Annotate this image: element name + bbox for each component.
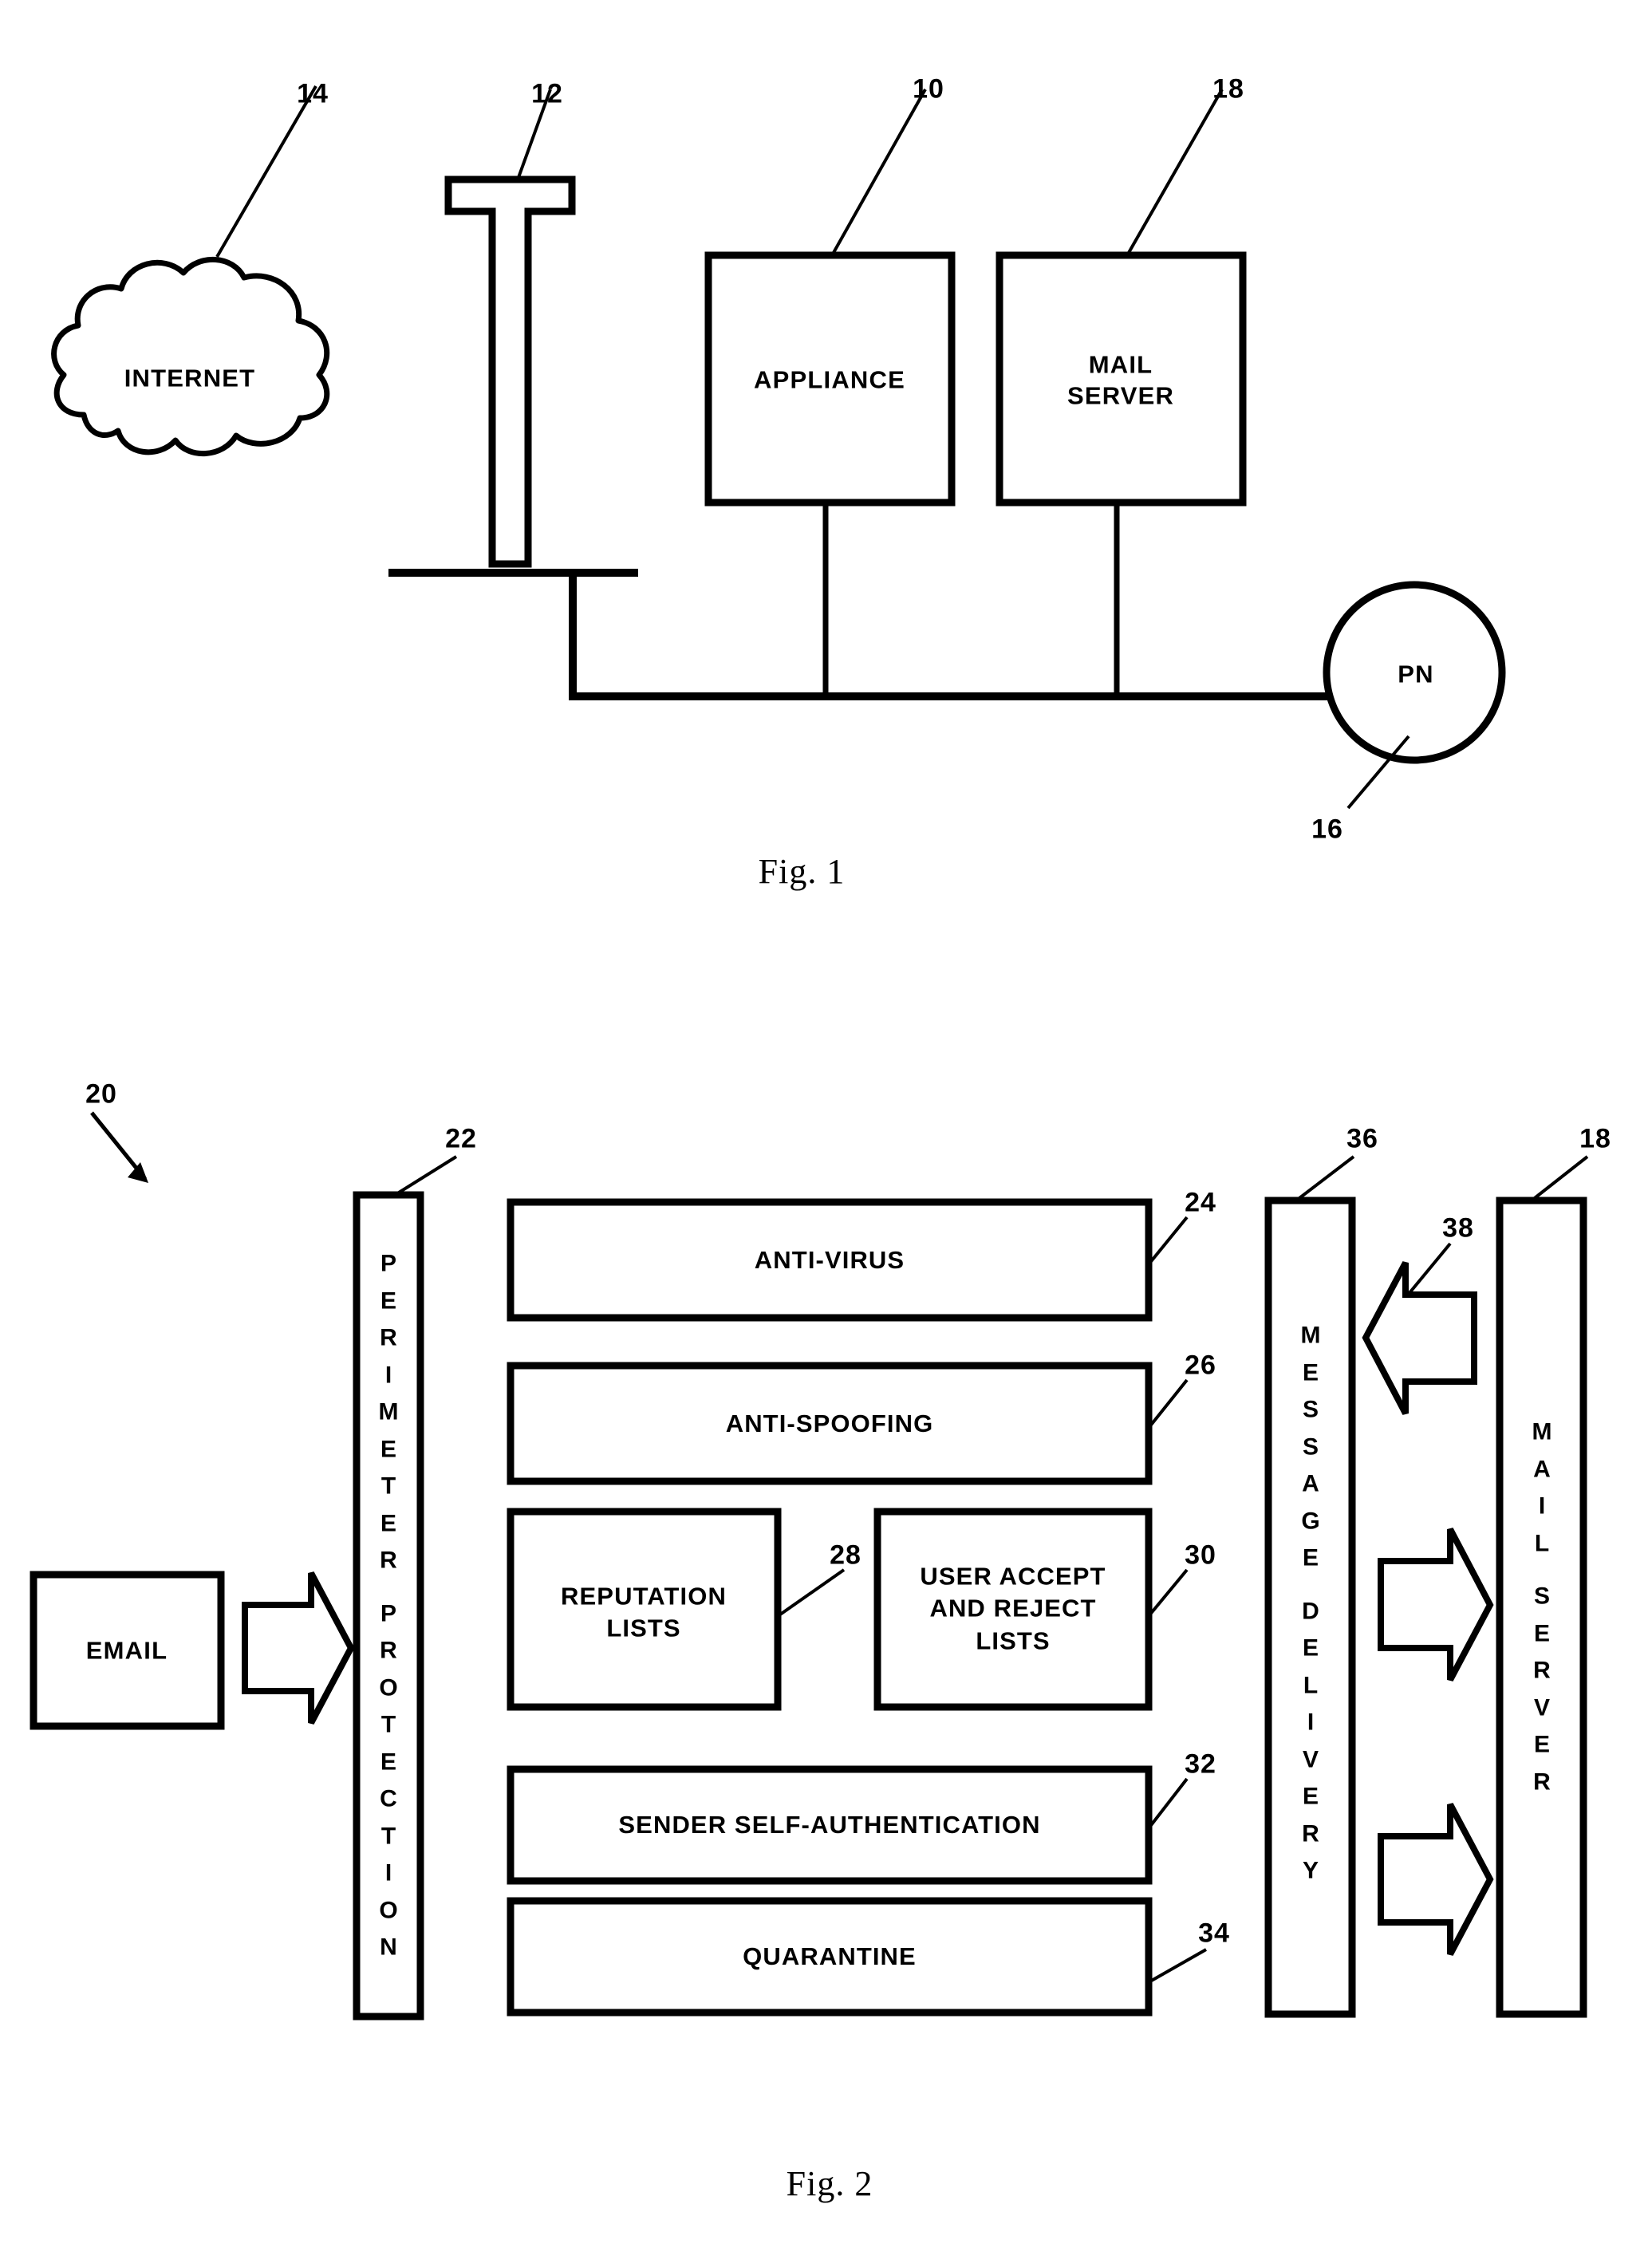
refnum-38: 38 <box>1442 1212 1474 1244</box>
refnum-32: 32 <box>1185 1749 1216 1780</box>
fig1-group <box>51 85 1506 810</box>
perimeter-protection-label: PERIMETER PROTECTION <box>378 1250 399 1961</box>
refnum-30: 30 <box>1185 1540 1216 1571</box>
private-network-label: PN <box>1398 660 1434 688</box>
fig1-bus-drop <box>569 573 1330 700</box>
refnum-18-fig1: 18 <box>1212 73 1244 104</box>
patent-drawing-sheet: 14 12 10 18 16 INTERNET APPLIANCE MAIL S… <box>0 0 1652 2267</box>
leader-36 <box>1295 1155 1355 1202</box>
leader-22 <box>391 1155 458 1198</box>
internet-cloud-shape <box>51 256 330 457</box>
leader-38 <box>1407 1242 1452 1295</box>
refnum-10: 10 <box>913 73 944 104</box>
mail-server-column-label: MAIL SERVER <box>1532 1418 1552 1796</box>
leader-26 <box>1147 1378 1189 1429</box>
feedback-left-arrow <box>1362 1261 1477 1415</box>
refnum-24: 24 <box>1185 1187 1216 1218</box>
mail-server-label-fig1: MAIL SERVER <box>1067 350 1175 409</box>
refnum-18-fig2: 18 <box>1579 1123 1611 1154</box>
fig1-caption: Fig. 1 <box>758 852 846 891</box>
leader-24 <box>1147 1216 1189 1266</box>
refnum-16: 16 <box>1311 814 1343 845</box>
refnum-20: 20 <box>85 1078 117 1110</box>
delivery-right-arrow-1 <box>1378 1528 1494 1682</box>
leader-14 <box>215 85 317 258</box>
leader-18-fig1 <box>1125 89 1224 258</box>
leader-34 <box>1148 1948 1207 1984</box>
appliance-label: APPLIANCE <box>754 365 905 394</box>
leader-10 <box>830 89 927 258</box>
fig2-caption: Fig. 2 <box>786 2164 873 2203</box>
message-delivery-label: MESSAGE DELIVERY <box>1300 1322 1321 1884</box>
refnum-34: 34 <box>1198 1918 1230 1949</box>
refnum-28: 28 <box>830 1540 861 1571</box>
email-to-perimeter-arrow <box>242 1571 355 1725</box>
leader-28 <box>779 1568 846 1616</box>
leader-16 <box>1346 735 1410 810</box>
firewall-ibeam-shape <box>444 175 576 568</box>
leader-20-arrowhead <box>128 1162 148 1183</box>
leader-30 <box>1147 1568 1189 1618</box>
reputation-lists-label: REPUTATION LISTS <box>561 1582 727 1642</box>
refnum-26: 26 <box>1185 1350 1216 1381</box>
delivery-right-arrow-2 <box>1378 1803 1494 1956</box>
drawing-vector-layer <box>30 85 1589 2021</box>
leader-18-fig2 <box>1530 1155 1589 1202</box>
leader-32 <box>1147 1777 1189 1830</box>
refnum-22: 22 <box>445 1123 477 1154</box>
refnum-12: 12 <box>531 78 563 109</box>
anti-spoofing-label: ANTI-SPOOFING <box>725 1409 934 1437</box>
email-source-label: EMAIL <box>85 1636 168 1665</box>
refnum-36: 36 <box>1346 1123 1378 1154</box>
refnum-14: 14 <box>297 78 329 109</box>
internet-label: INTERNET <box>124 364 256 392</box>
user-accept-reject-lists-label: USER ACCEPT AND REJECT LISTS <box>920 1562 1106 1655</box>
anti-virus-label: ANTI-VIRUS <box>754 1245 905 1274</box>
sender-self-authentication-label: SENDER SELF-AUTHENTICATION <box>618 1810 1041 1839</box>
quarantine-label: QUARANTINE <box>743 1942 917 1970</box>
